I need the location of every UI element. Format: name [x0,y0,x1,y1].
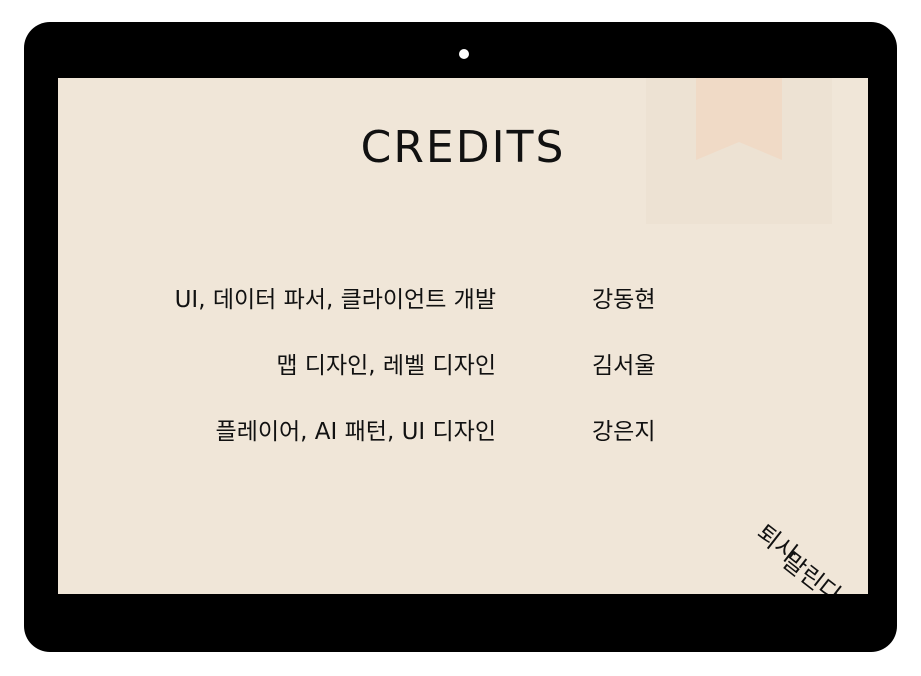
credit-row: 맵 디자인, 레벨 디자인 김서울 [58,346,868,386]
credit-role: 맵 디자인, 레벨 디자인 [276,353,496,379]
credit-role: 플레이어, AI 패턴, UI 디자인 [215,419,496,445]
credit-role: UI, 데이터 파서, 클라이언트 개발 [174,287,496,313]
page-title: CREDITS [360,122,566,173]
credit-row: UI, 데이터 파서, 클라이언트 개발 강동현 [58,280,868,320]
credits-screen: CREDITS UI, 데이터 파서, 클라이언트 개발 강동현 맵 디자인, … [58,78,868,594]
credit-row: 플레이어, AI 패턴, UI 디자인 강은지 [58,412,868,452]
tablet-frame: CREDITS UI, 데이터 파서, 클라이언트 개발 강동현 맵 디자인, … [24,22,897,652]
credit-name: 김서울 [592,353,656,379]
credit-name: 강동현 [592,287,656,313]
camera-dot [459,49,469,59]
game-logo: 퇴사 말린다 [751,514,868,594]
credit-name: 강은지 [592,419,656,445]
